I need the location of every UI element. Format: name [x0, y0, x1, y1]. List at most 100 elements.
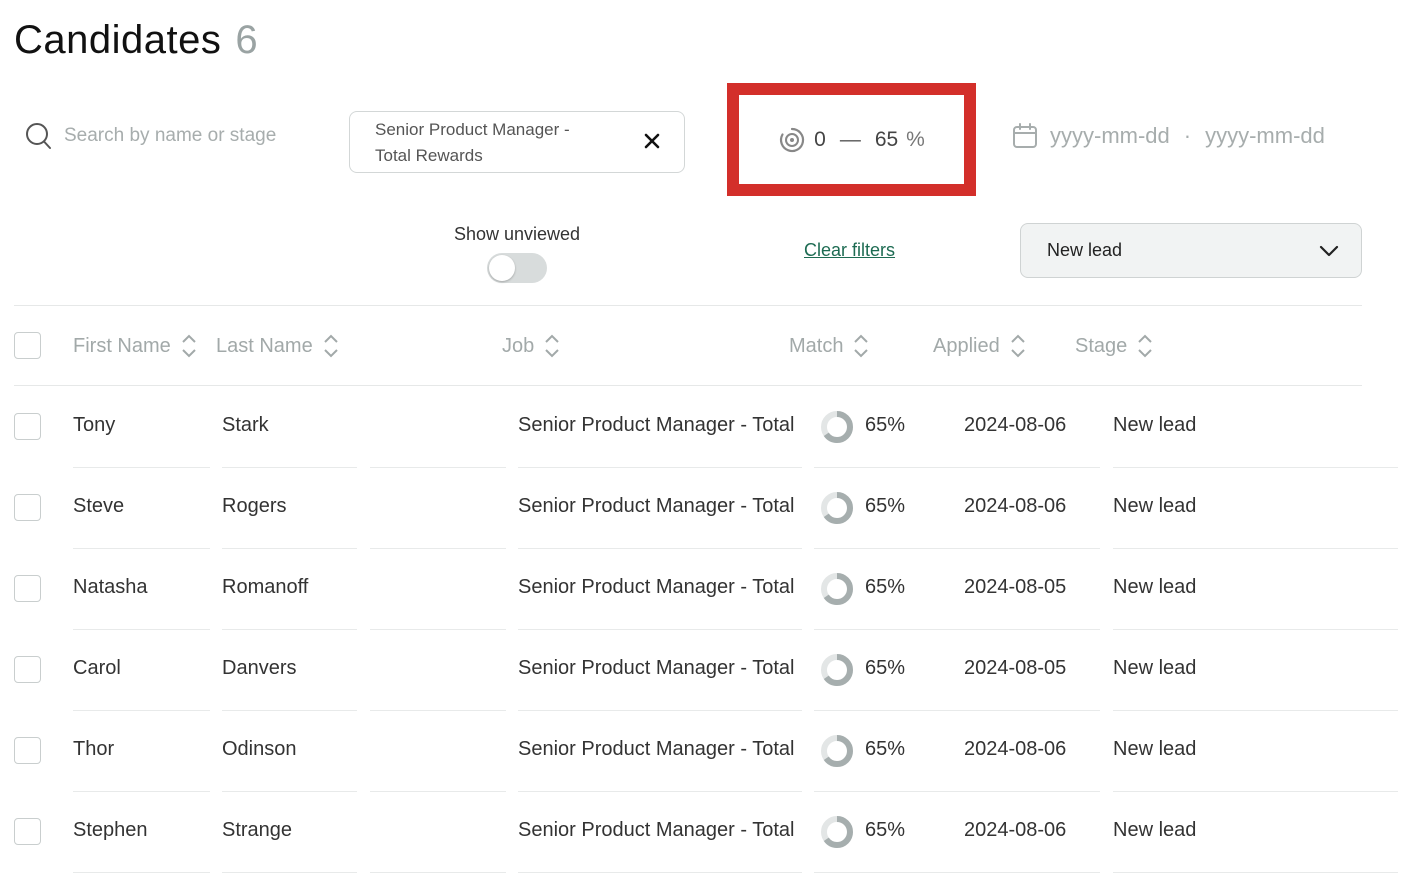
show-unviewed-toggle[interactable] [487, 253, 547, 283]
row-checkbox[interactable] [14, 737, 41, 764]
search-input[interactable] [64, 125, 324, 147]
cell-first-name: Steve [73, 495, 125, 517]
job-filter-chip[interactable]: Senior Product Manager - Total Rewards [349, 111, 685, 173]
cell-last-name: Danvers [222, 657, 297, 679]
sort-icon [545, 334, 559, 358]
cell-match: 65% [865, 819, 906, 841]
clear-filters-link[interactable]: Clear filters [804, 240, 895, 261]
row-divider [370, 871, 506, 873]
cell-first-name: Natasha [73, 576, 148, 598]
column-label: Job [502, 334, 535, 357]
sort-icon [182, 334, 196, 358]
match-min-value[interactable]: 0 [814, 128, 826, 152]
cell-match: 65% [865, 576, 906, 598]
column-header-stage[interactable]: Stage [1075, 333, 1153, 359]
date-end-input[interactable]: yyyy-mm-dd [1205, 123, 1325, 149]
cell-last-name: Odinson [222, 738, 297, 760]
row-checkbox[interactable] [14, 575, 41, 602]
match-donut-icon [821, 492, 853, 524]
cell-job: Senior Product Manager - Total [518, 819, 795, 841]
match-donut-icon [821, 816, 853, 848]
stage-select-value: New lead [1047, 240, 1123, 260]
match-unit: % [906, 127, 925, 151]
cell-job: Senior Product Manager - Total [518, 657, 795, 679]
row-divider [222, 871, 357, 873]
sort-icon [1138, 334, 1152, 358]
search-bar[interactable] [26, 122, 324, 150]
table-row[interactable]: Thor Odinson Senior Product Manager - To… [0, 711, 1424, 792]
cell-last-name: Stark [222, 414, 269, 436]
match-gauge-icon [780, 127, 805, 152]
match-max-value[interactable]: 65 [875, 128, 898, 152]
match-donut-icon [821, 411, 853, 443]
cell-applied: 2024-08-06 [964, 738, 1067, 760]
match-donut-icon [821, 573, 853, 605]
sort-icon [1011, 334, 1025, 358]
stage-select[interactable]: New lead [1020, 223, 1362, 278]
match-range-separator: — [839, 127, 861, 151]
cell-match: 65% [865, 738, 906, 760]
cell-applied: 2024-08-05 [964, 576, 1067, 598]
cell-stage: New lead [1113, 819, 1197, 841]
candidate-count: 6 [235, 18, 259, 62]
column-label: Applied [933, 334, 1000, 357]
page-title: Candidates 6 [14, 18, 258, 63]
row-divider [1113, 871, 1398, 873]
row-checkbox[interactable] [14, 656, 41, 683]
column-header-first-name[interactable]: First Name [73, 333, 197, 359]
sort-icon [854, 334, 869, 358]
cell-first-name: Stephen [73, 819, 148, 841]
cell-applied: 2024-08-06 [964, 819, 1067, 841]
calendar-icon [1013, 123, 1037, 148]
cell-last-name: Romanoff [222, 576, 309, 598]
match-range-filter[interactable]: 0 — 65 % [727, 83, 976, 196]
close-icon[interactable] [642, 131, 662, 151]
cell-first-name: Thor [73, 738, 115, 760]
search-icon [26, 123, 51, 149]
column-header-job[interactable]: Job [502, 333, 560, 359]
cell-match: 65% [865, 495, 906, 517]
cell-stage: New lead [1113, 414, 1197, 436]
cell-stage: New lead [1113, 657, 1197, 679]
column-label: First Name [73, 334, 171, 357]
cell-last-name: Strange [222, 819, 293, 841]
column-header-applied[interactable]: Applied [933, 333, 1026, 359]
table-row[interactable]: Stephen Strange Senior Product Manager -… [0, 792, 1424, 873]
row-divider [73, 871, 210, 873]
table-row[interactable]: Tony Stark Senior Product Manager - Tota… [0, 387, 1424, 468]
date-range-separator: · [1183, 123, 1192, 148]
cell-applied: 2024-08-05 [964, 657, 1067, 679]
column-header-match[interactable]: Match [789, 333, 869, 359]
cell-stage: New lead [1113, 738, 1197, 760]
column-label: Last Name [216, 334, 313, 357]
date-range-filter[interactable]: yyyy-mm-dd · yyyy-mm-dd [1012, 122, 1325, 150]
table-row[interactable]: Steve Rogers Senior Product Manager - To… [0, 468, 1424, 549]
match-donut-icon [821, 654, 853, 686]
row-divider [518, 871, 802, 873]
column-header-last-name[interactable]: Last Name [216, 333, 339, 359]
table-row[interactable]: Carol Danvers Senior Product Manager - T… [0, 630, 1424, 711]
cell-job: Senior Product Manager - Total [518, 495, 795, 517]
table-row[interactable]: Natasha Romanoff Senior Product Manager … [0, 549, 1424, 630]
page-title-text: Candidates [14, 18, 222, 62]
sort-icon [324, 334, 338, 358]
cell-stage: New lead [1113, 576, 1197, 598]
column-label: Stage [1075, 334, 1128, 357]
cell-last-name: Rogers [222, 495, 287, 517]
row-checkbox[interactable] [14, 818, 41, 845]
row-checkbox[interactable] [14, 494, 41, 521]
cell-first-name: Carol [73, 657, 121, 679]
cell-match: 65% [865, 657, 906, 679]
show-unviewed-label: Show unviewed [453, 224, 581, 244]
select-all-checkbox[interactable] [14, 332, 41, 359]
column-label: Match [789, 334, 844, 357]
cell-stage: New lead [1113, 495, 1197, 517]
date-start-input[interactable]: yyyy-mm-dd [1050, 123, 1170, 149]
toggle-knob [489, 255, 515, 281]
cell-applied: 2024-08-06 [964, 495, 1067, 517]
cell-job: Senior Product Manager - Total [518, 738, 795, 760]
cell-applied: 2024-08-06 [964, 414, 1067, 436]
row-checkbox[interactable] [14, 413, 41, 440]
divider [14, 385, 1362, 386]
row-divider [814, 871, 1100, 873]
